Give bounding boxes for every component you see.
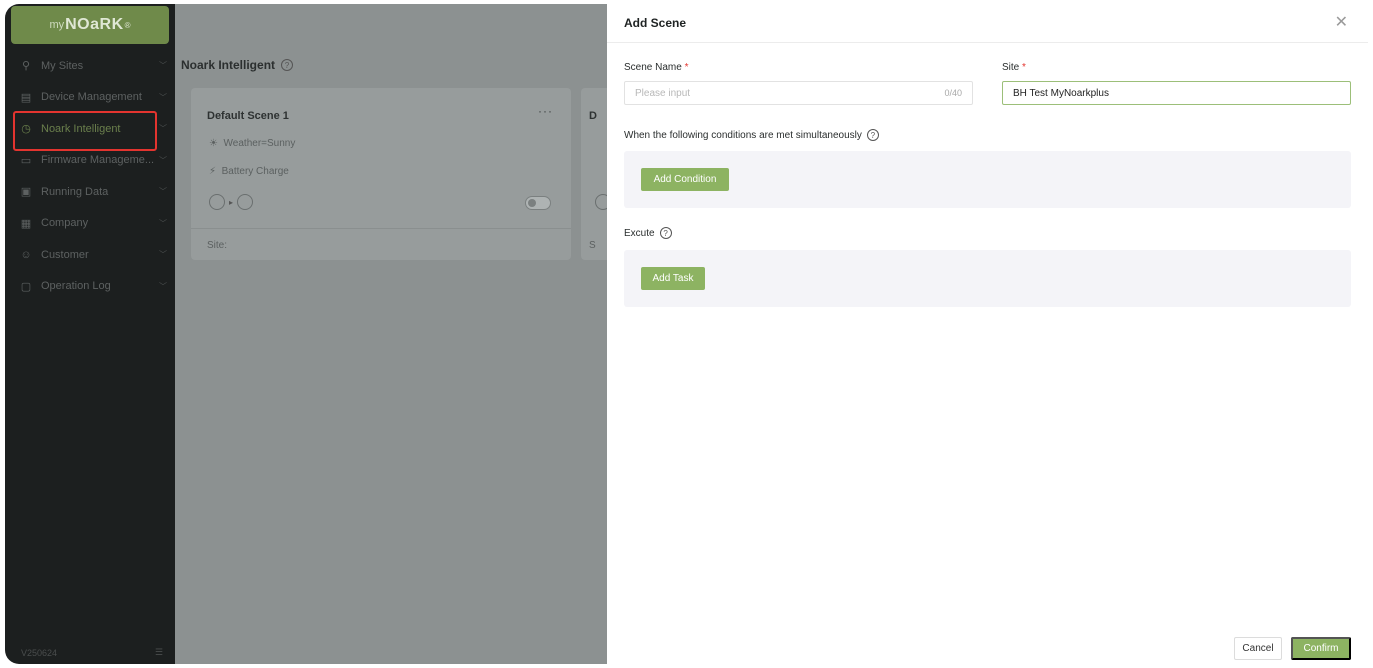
scene-card-title: D [589,110,597,122]
scene-site-label: Site: [207,240,228,251]
sidebar-item-operation-log[interactable]: ▢ Operation Log ﹀ [5,271,175,303]
sidebar-item-label: My Sites [41,59,84,72]
chevron-down-icon: ﹀ [159,187,167,196]
site-select[interactable]: BH Test MyNoarkplus [1002,81,1351,105]
chevron-down-icon: ﹀ [159,92,167,102]
help-icon[interactable]: ? [281,59,294,71]
sidebar-item-label: Customer [41,248,89,261]
add-condition-button[interactable]: Add Condition [641,168,729,191]
logo-mark: ® [124,20,131,30]
scene-condition-text: Weather=Sunny [223,138,296,149]
cancel-button[interactable]: Cancel [1234,637,1282,660]
scene-card-title: Default Scene 1 [207,110,289,122]
required-mark: * [684,62,689,73]
sidebar-menu: ⚲ My Sites ﹀ ▤ Device Management ﹀ ◷ Noa… [5,50,175,302]
scene-toggle[interactable] [525,196,551,210]
conditions-heading-text: When the following conditions are met si… [624,129,862,141]
version-label: V250624 [21,648,58,658]
chevron-down-icon: ﹀ [159,281,167,291]
conditions-heading: When the following conditions are met si… [624,129,879,141]
divider [607,42,1368,43]
scene-name-input[interactable] [635,87,915,99]
chevron-down-icon: ﹀ [159,155,167,165]
scene-condition: ⚡ Battery Charge [209,166,289,177]
scene-card[interactable]: Default Scene 1 ··· ☀ Weather=Sunny ⚡ Ba… [191,88,571,260]
execute-panel: Add Task [624,250,1351,307]
add-scene-drawer: Add Scene ✕ Scene Name * 0/40 Site * BH … [607,4,1368,664]
close-icon[interactable]: ✕ [1335,12,1348,32]
confirm-button[interactable]: Confirm [1291,637,1351,660]
sidebar-item-running-data[interactable]: ▣ Running Data ﹀ [5,176,175,208]
sidebar-item-label: Firmware Manageme... [41,154,155,167]
scene-flow: ▸ [209,194,254,210]
company-icon: ▦ [20,217,32,230]
sidebar-item-company[interactable]: ▦ Company ﹀ [5,208,175,240]
required-mark: * [1022,62,1026,73]
divider [191,228,571,229]
scene-site-label: S [589,240,596,251]
weather-icon: ☀ [209,138,218,149]
chevron-down-icon: ﹀ [159,61,167,70]
site-select-value: BH Test MyNoarkplus [1013,87,1109,99]
sidebar: my NOaRK ® ⚲ My Sites ﹀ ▤ Device Managem… [5,4,175,664]
conditions-panel: Add Condition [624,151,1351,208]
site-label-text: Site [1002,62,1020,73]
scene-name-label-text: Scene Name [624,62,682,73]
sidebar-item-my-sites[interactable]: ⚲ My Sites ﹀ [5,50,175,82]
sidebar-item-device-management[interactable]: ▤ Device Management ﹀ [5,82,175,114]
logo-brand: NOaRK [65,16,124,33]
main-content-overlay[interactable]: Noark Intelligent ? Default Scene 1 ··· … [175,4,607,664]
scene-condition-text: Battery Charge [221,166,289,177]
logo[interactable]: my NOaRK ® [11,6,169,44]
sidebar-item-label: Company [41,217,89,230]
help-icon[interactable]: ? [659,227,672,239]
condition-icon [595,194,607,210]
scene-name-label: Scene Name * [624,62,689,73]
scene-card[interactable]: D S [581,88,607,260]
sidebar-item-label: Operation Log [41,280,111,293]
more-options-icon[interactable]: ··· [538,104,553,118]
help-icon[interactable]: ? [866,129,879,141]
sidebar-item-customer[interactable]: ☺ Customer ﹀ [5,239,175,271]
chevron-down-icon: ﹀ [159,218,167,228]
active-item-highlight [13,111,157,151]
scene-condition: ☀ Weather=Sunny [209,138,295,149]
arrow-right-icon: ▸ [229,197,234,207]
customer-icon: ☺ [20,248,32,261]
sidebar-item-label: Running Data [41,185,109,198]
scene-name-field[interactable]: 0/40 [624,81,973,105]
battery-icon: ⚡ [209,166,217,177]
firmware-icon: ▭ [20,154,32,167]
task-icon [237,194,254,210]
execute-heading-text: Excute [624,227,655,239]
device-icon: ▤ [20,91,32,104]
page-title: Noark Intelligent ? [181,58,294,72]
page-title-text: Noark Intelligent [181,58,276,72]
chevron-down-icon: ﹀ [159,124,167,133]
execute-heading: Excute ? [624,227,672,239]
logo-prefix: my [49,19,65,31]
char-counter: 0/40 [944,88,962,98]
collapse-menu-icon[interactable]: ☰ [155,647,163,658]
app-window: my NOaRK ® ⚲ My Sites ﹀ ▤ Device Managem… [5,4,1368,664]
log-icon: ▢ [20,280,32,293]
drawer-title: Add Scene [624,16,687,30]
add-task-button[interactable]: Add Task [641,267,705,290]
sidebar-item-label: Device Management [41,91,142,104]
site-icon: ⚲ [21,60,31,73]
chevron-down-icon: ﹀ [159,250,167,259]
condition-icon [209,194,225,210]
site-label: Site * [1002,62,1026,73]
data-icon: ▣ [20,186,32,199]
